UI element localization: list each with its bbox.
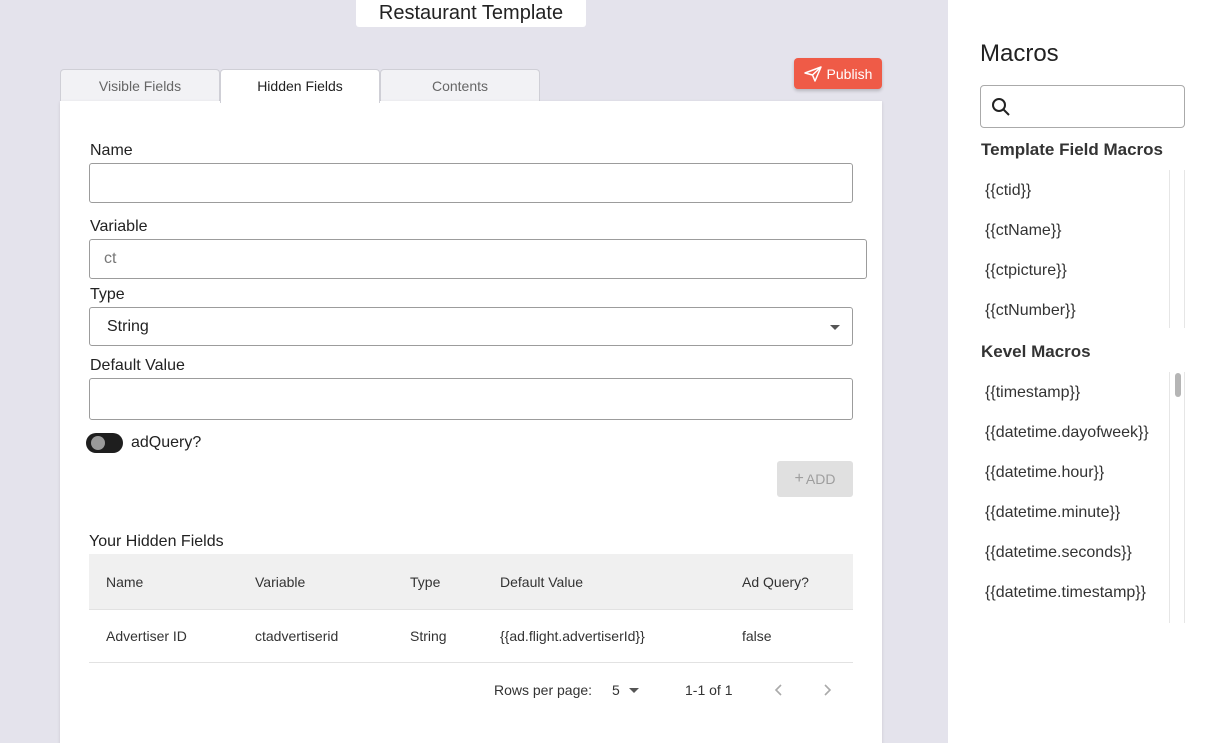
kevel-macro-item[interactable]: {{datetime.seconds}} [985,544,1132,562]
publish-button[interactable]: Publish [794,58,882,89]
template-macro-item[interactable]: {{ctid}} [985,182,1031,200]
editor-panel: Restaurant Template Visible Fields Hidde… [0,0,948,743]
template-macros-divider [1169,170,1170,328]
kevel-macros-scroll-edge [1184,372,1185,623]
type-value: String [107,317,149,335]
template-macro-item[interactable]: {{ctNumber}} [985,302,1076,320]
kevel-macros-scrollbar[interactable] [1175,373,1181,397]
rows-per-page-label: Rows per page: [494,682,593,698]
kevel-macro-item[interactable]: {{datetime.dayofweek}} [985,424,1149,442]
search-icon [992,98,1010,116]
add-button[interactable]: + ADD [777,461,853,497]
column-header[interactable]: Name [106,554,143,609]
kevel-macros-title: Kevel Macros [981,342,1091,361]
page-title: Restaurant Template [356,0,586,27]
add-label: ADD [805,471,836,487]
toggle-knob [91,436,105,450]
send-icon [803,65,822,82]
default-value-label: Default Value [90,357,185,374]
cell-name: Advertiser ID [106,628,187,644]
kevel-macro-item[interactable]: {{datetime.minute}} [985,504,1120,522]
table-row[interactable]: Advertiser ID ctadvertiserid String {{ad… [89,610,853,663]
tab-visible-fields[interactable]: Visible Fields [60,69,220,102]
column-header[interactable]: Default Value [500,554,583,609]
adquery-label: adQuery? [131,434,202,451]
name-field[interactable] [89,163,853,203]
plus-icon: + [794,470,804,487]
kevel-macros-divider [1169,372,1170,623]
caret-down-icon [628,687,639,693]
chevron-left-icon[interactable] [772,683,786,697]
cell-variable: ctadvertiserid [255,628,339,644]
publish-label: Publish [826,65,873,82]
name-label: Name [90,142,133,159]
default-value-field[interactable] [89,378,853,420]
adquery-toggle[interactable] [86,433,123,453]
kevel-macro-item[interactable]: {{timestamp}} [985,384,1080,402]
template-macros-scroll-edge [1184,170,1185,328]
kevel-macro-item[interactable]: {{datetime.timestamp}} [985,584,1146,602]
type-select[interactable]: String [89,307,853,346]
kevel-macro-item[interactable]: {{datetime.hour}} [985,464,1104,482]
rows-per-page-value: 5 [612,682,620,698]
variable-label: Variable [90,218,148,235]
variable-field[interactable]: ct [89,239,867,279]
caret-down-icon [830,325,840,330]
template-macro-item[interactable]: {{ctName}} [985,222,1062,240]
rows-per-page-select[interactable]: 5 [612,679,639,701]
table-header: Name Variable Type Default Value Ad Quer… [89,554,853,610]
chevron-right-icon[interactable] [820,683,834,697]
template-macros-title: Template Field Macros [981,140,1164,159]
cell-type: String [410,628,447,644]
macros-title: Macros [980,40,1059,67]
macro-search-input[interactable] [980,85,1185,128]
column-header[interactable]: Type [410,554,440,609]
tab-contents[interactable]: Contents [380,69,540,102]
cell-ad-query: false [742,628,772,644]
column-header[interactable]: Variable [255,554,305,609]
tab-hidden-fields[interactable]: Hidden Fields [220,69,380,103]
type-label: Type [90,286,125,303]
cell-default-value: {{ad.flight.advertiserId}} [500,628,645,644]
template-macro-item[interactable]: {{ctpicture}} [985,262,1067,280]
column-header[interactable]: Ad Query? [742,554,809,609]
hidden-fields-title: Your Hidden Fields [89,533,224,550]
pagination-range: 1-1 of 1 [685,682,733,698]
